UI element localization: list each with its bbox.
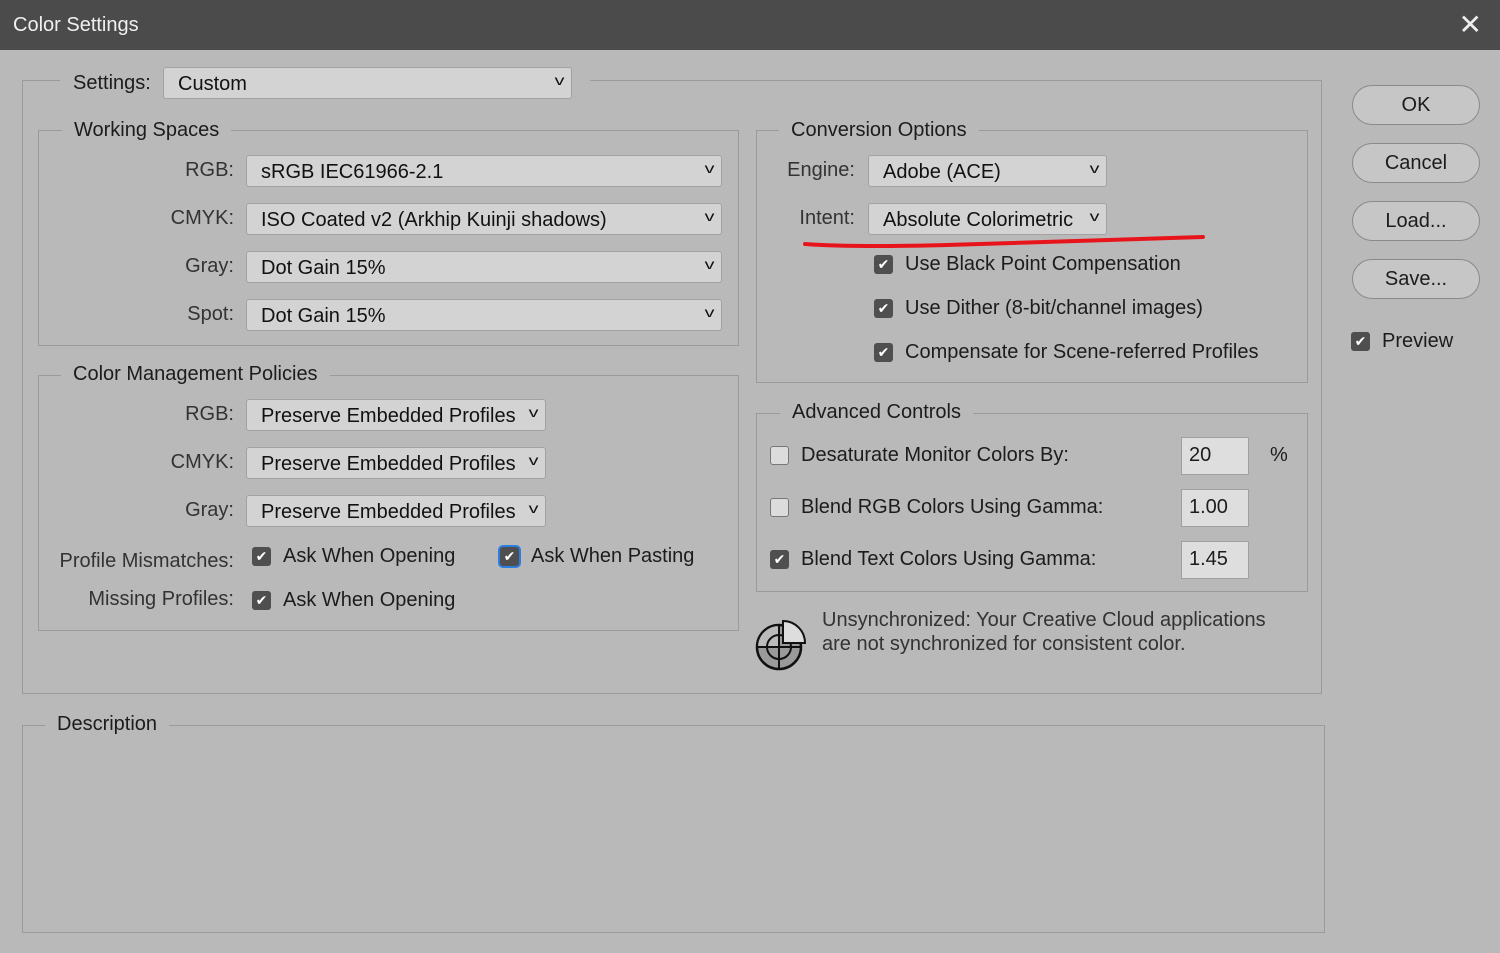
policy-value: Preserve Embedded Profiles [261,453,516,475]
working-space-value: Dot Gain 15% [261,305,386,327]
red-underline-annotation [803,235,1205,248]
conversion-option-label: Compensate for Scene-referred Profiles [905,341,1259,363]
conversion-option-checkbox[interactable]: ✔ [874,255,893,274]
engine-dropdown[interactable]: Adobe (ACE) v [868,155,1107,187]
profile-mismatches-label: Profile Mismatches: [59,550,235,572]
advanced-option-label: Desaturate Monitor Colors By: [801,444,1069,466]
advanced-option-checkbox[interactable] [770,446,789,465]
chevron-down-icon: v [528,500,539,516]
chevron-down-icon: v [1089,208,1100,224]
settings-value: Custom [178,73,247,95]
ask-when-pasting-checkbox[interactable]: ✔ [500,547,519,566]
ask-when-opening-mismatch-label: Ask When Opening [283,545,456,567]
chevron-down-icon: v [528,404,539,420]
advanced-value-input[interactable]: 1.00 [1181,489,1249,527]
intent-dropdown[interactable]: Absolute Colorimetric v [868,203,1107,235]
conversion-option-checkbox[interactable]: ✔ [874,299,893,318]
dialog-title: Color Settings [13,14,139,36]
chevron-down-icon: v [1089,160,1100,176]
ask-when-pasting-label: Ask When Pasting [531,545,695,567]
advanced-option-label: Blend Text Colors Using Gamma: [801,548,1097,570]
policy-dropdown[interactable]: Preserve Embedded Profiles v [246,399,546,431]
preview-checkbox[interactable]: ✔ [1351,332,1370,351]
advanced-title: Advanced Controls [780,401,973,424]
engine-label: Engine: [787,159,855,181]
policies-title: Color Management Policies [61,363,330,386]
working-space-dropdown[interactable]: Dot Gain 15% v [246,251,722,283]
color-sync-icon [755,619,807,671]
settings-dropdown[interactable]: Custom v [163,67,572,99]
policy-label: RGB: [185,403,234,425]
chevron-down-icon: v [704,208,715,224]
cancel-button[interactable]: Cancel [1352,143,1480,183]
close-icon[interactable]: ✕ [1459,8,1482,41]
advanced-option-checkbox[interactable]: ✔ [770,550,789,569]
percent-unit: % [1270,444,1288,466]
title-bar: Color Settings ✕ [0,0,1500,50]
policy-dropdown[interactable]: Preserve Embedded Profiles v [246,495,546,527]
working-space-label: RGB: [185,159,234,181]
advanced-value-input[interactable]: 20 [1181,437,1249,475]
advanced-value-input[interactable]: 1.45 [1181,541,1249,579]
ok-button[interactable]: OK [1352,85,1480,125]
policy-dropdown[interactable]: Preserve Embedded Profiles v [246,447,546,479]
preview-label: Preview [1382,330,1454,352]
intent-label: Intent: [799,207,855,229]
conversion-option-checkbox[interactable]: ✔ [874,343,893,362]
description-title: Description [45,713,170,736]
conversion-option-label: Use Black Point Compensation [905,253,1181,275]
advanced-option-label: Blend RGB Colors Using Gamma: [801,496,1104,518]
chevron-down-icon: v [704,304,715,320]
sync-message-line2: are not synchronized for consistent colo… [822,633,1186,655]
policy-label: Gray: [185,499,234,521]
working-space-label: Spot: [187,303,234,325]
ask-when-opening-missing-checkbox[interactable]: ✔ [252,591,271,610]
sync-message-line1: Unsynchronized: Your Creative Cloud appl… [822,609,1266,631]
chevron-down-icon: v [528,452,539,468]
working-space-dropdown[interactable]: Dot Gain 15% v [246,299,722,331]
working-space-label: Gray: [185,255,234,277]
intent-value: Absolute Colorimetric [883,209,1074,231]
advanced-option-checkbox[interactable] [770,498,789,517]
chevron-down-icon: v [554,72,565,88]
working-space-value: Dot Gain 15% [261,257,386,279]
policy-value: Preserve Embedded Profiles [261,501,516,523]
ask-when-opening-mismatch-checkbox[interactable]: ✔ [252,547,271,566]
working-space-label: CMYK: [170,207,234,229]
load-button[interactable]: Load... [1352,201,1480,241]
policy-label: CMYK: [170,451,234,473]
save-button[interactable]: Save... [1352,259,1480,299]
chevron-down-icon: v [704,160,715,176]
conversion-title: Conversion Options [779,119,979,142]
settings-label: Settings: [73,72,151,94]
conversion-option-label: Use Dither (8-bit/channel images) [905,297,1203,319]
working-space-value: ISO Coated v2 (Arkhip Kuinji shadows) [261,209,607,231]
working-space-value: sRGB IEC61966-2.1 [261,161,444,183]
missing-profiles-label: Missing Profiles: [88,588,234,610]
working-space-dropdown[interactable]: sRGB IEC61966-2.1 v [246,155,722,187]
description-group [22,725,1325,933]
ask-when-opening-missing-label: Ask When Opening [283,589,456,611]
chevron-down-icon: v [704,256,715,272]
engine-value: Adobe (ACE) [883,161,1001,183]
policy-value: Preserve Embedded Profiles [261,405,516,427]
working-space-dropdown[interactable]: ISO Coated v2 (Arkhip Kuinji shadows) v [246,203,722,235]
working-spaces-title: Working Spaces [62,119,232,142]
